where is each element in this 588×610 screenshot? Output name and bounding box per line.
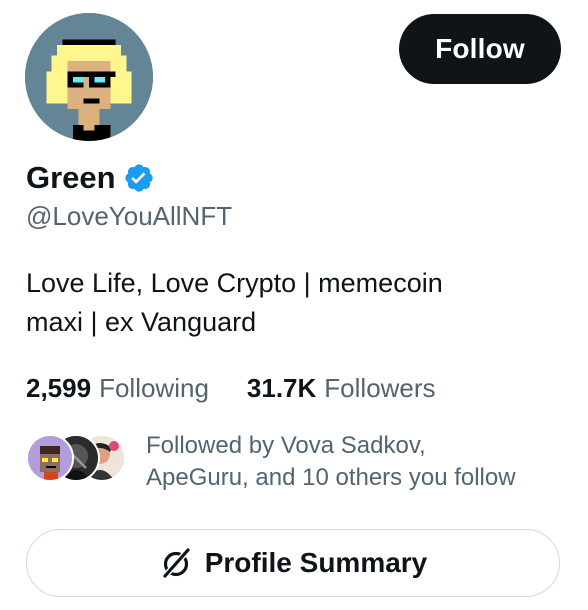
followers-link[interactable]: 31.7K Followers [247, 373, 436, 404]
verified-badge-icon[interactable] [123, 162, 155, 194]
following-link[interactable]: 2,599 Following [26, 373, 209, 404]
grok-slash-circle-icon [159, 546, 193, 580]
followed-by-section[interactable]: Followed by Vova Sadkov, ApeGuru, and 10… [26, 430, 566, 494]
profile-summary-label: Profile Summary [204, 547, 428, 578]
profile-summary-button[interactable]: Profile Summary [26, 529, 560, 597]
followed-by-text: Followed by Vova Sadkov, ApeGuru, and 10… [146, 430, 516, 494]
following-label: Following [99, 372, 209, 403]
following-count: 2,599 [26, 372, 92, 403]
user-handle: @LoveYouAllNFT [26, 201, 233, 231]
followed-by-line: Followed by Vova Sadkov, [146, 432, 426, 459]
profile-avatar[interactable] [25, 13, 153, 141]
profile-bio: Love Life, Love Crypto | memecoin maxi |… [26, 264, 546, 342]
mutual-avatars [26, 434, 126, 482]
display-name: Green [26, 160, 116, 195]
followers-label: Followers [324, 372, 436, 403]
pixel-punk-avatar-icon [25, 13, 153, 141]
followed-by-line: ApeGuru, and 10 others you follow [146, 464, 516, 491]
followers-count: 31.7K [246, 372, 317, 403]
mutual-avatar [26, 434, 74, 482]
follow-button[interactable]: Follow [399, 14, 561, 84]
profile-name-row: Green [26, 158, 155, 198]
profile-stats: 2,599 Following 31.7K Followers [26, 368, 436, 408]
bio-line: maxi | ex Vanguard [26, 307, 257, 337]
bio-line: Love Life, Love Crypto | memecoin [26, 268, 443, 298]
